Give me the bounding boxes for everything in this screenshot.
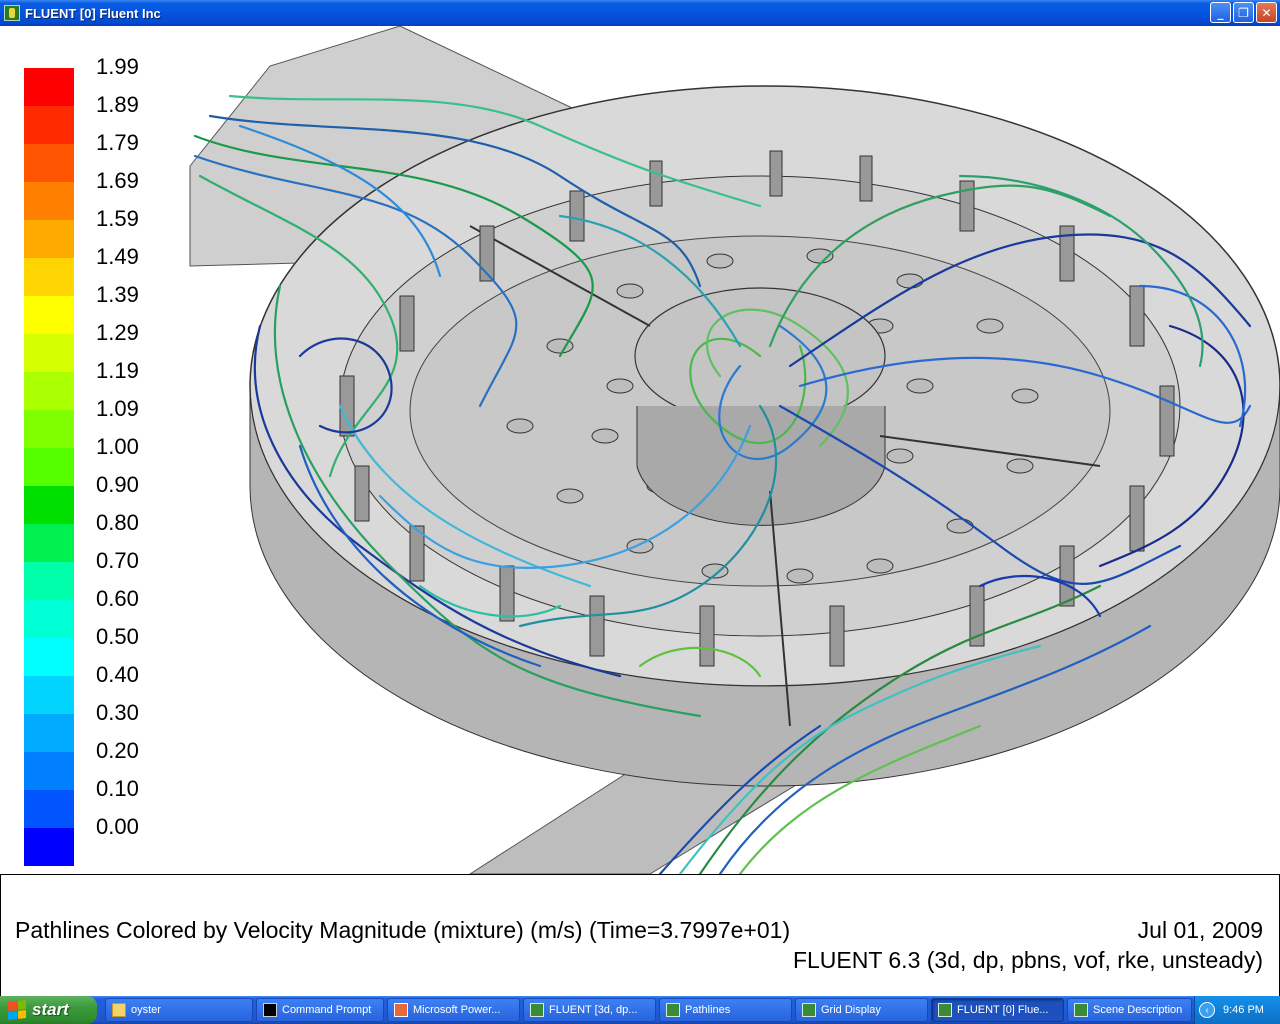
color-swatch (24, 220, 74, 258)
fluent-icon (666, 1003, 680, 1017)
color-swatch (24, 828, 74, 866)
color-swatch (24, 144, 74, 182)
minimize-button[interactable]: _ (1210, 2, 1231, 23)
close-icon: ✕ (1261, 5, 1272, 20)
caption-description: Pathlines Colored by Velocity Magnitude … (15, 917, 791, 943)
scale-label: 0.40 (96, 662, 139, 687)
folder-icon (112, 1003, 126, 1017)
cmd-icon (263, 1003, 277, 1017)
color-swatch (24, 676, 74, 714)
start-button[interactable]: start (0, 996, 97, 1024)
graphics-viewport[interactable]: 1.99 1.89 1.79 1.69 1.59 1.49 1.39 1.29 1.19 1.09… (0, 26, 1280, 874)
color-swatch (24, 410, 74, 448)
color-swatch (24, 600, 74, 638)
scale-label: 1.29 (96, 320, 139, 345)
pathlines-render (189, 26, 1280, 874)
taskbar-item-label: FLUENT [3d, dp... (549, 1004, 638, 1016)
scale-label: 1.00 (96, 434, 139, 459)
color-swatch (24, 562, 74, 600)
taskbar-item-label: Scene Description (1093, 1004, 1183, 1016)
window-title: FLUENT [0] Fluent Inc (25, 5, 161, 21)
caption-version: FLUENT 6.3 (3d, dp, pbns, vof, rke, unst… (792, 947, 1263, 973)
color-swatch (24, 372, 74, 410)
taskbar-item[interactable]: Command Prompt (256, 998, 384, 1022)
system-tray: ‹ 9:46 PM (1194, 996, 1280, 1024)
color-swatch (24, 448, 74, 486)
taskbar-item-label: FLUENT [0] Flue... (957, 1004, 1049, 1016)
color-swatch (24, 486, 74, 524)
scale-label: 0.10 (96, 776, 139, 801)
caption-box: Pathlines Colored by Velocity Magnitude … (0, 874, 1280, 996)
color-swatch (24, 296, 74, 334)
color-swatch (24, 334, 74, 372)
fluent-app-icon[interactable] (4, 5, 20, 21)
task-list: oyster Command Prompt Microsoft Power... FL… (105, 998, 1192, 1022)
scale-label: 1.79 (96, 130, 139, 155)
start-label: start (32, 1000, 69, 1019)
minimize-icon: _ (1217, 5, 1224, 20)
show-hidden-icons-icon[interactable]: ‹ (1199, 1002, 1215, 1018)
color-swatch (24, 714, 74, 752)
taskbar: start oyster Command Prompt Microsoft Powe… (0, 996, 1280, 1024)
scale-label: 1.99 (96, 54, 139, 79)
taskbar-item[interactable]: FLUENT [3d, dp... (523, 998, 656, 1022)
scale-label: 0.30 (96, 700, 139, 725)
fluent-icon (802, 1003, 816, 1017)
scale-label: 0.70 (96, 548, 139, 573)
scale-label: 0.00 (96, 814, 139, 839)
scale-label: 0.80 (96, 510, 139, 535)
color-swatch (24, 638, 74, 676)
color-swatch (24, 524, 74, 562)
taskbar-item-label: Grid Display (821, 1004, 881, 1016)
color-swatch (24, 752, 74, 790)
scale-label: 1.49 (96, 244, 139, 269)
maximize-button[interactable]: ❐ (1233, 2, 1254, 23)
color-swatch (24, 258, 74, 296)
clock[interactable]: 9:46 PM (1223, 1004, 1264, 1016)
scale-label: 0.90 (96, 472, 139, 497)
taskbar-item[interactable]: Pathlines (659, 998, 792, 1022)
windows-flag-icon (8, 1000, 26, 1020)
close-button[interactable]: ✕ (1256, 2, 1277, 23)
taskbar-item[interactable]: Grid Display (795, 998, 928, 1022)
fluent-icon (938, 1003, 952, 1017)
scale-label: 1.59 (96, 206, 139, 231)
fluent-icon (530, 1003, 544, 1017)
scale-label: 1.09 (96, 396, 139, 421)
scale-label: 1.69 (96, 168, 139, 193)
scale-label: 0.60 (96, 586, 139, 611)
color-swatch (24, 790, 74, 828)
fluent-icon (1074, 1003, 1088, 1017)
taskbar-item[interactable]: FLUENT [0] Flue... (931, 998, 1064, 1022)
color-swatch (24, 68, 74, 106)
scale-label: 1.39 (96, 282, 139, 307)
color-swatch (24, 182, 74, 220)
taskbar-item-label: oyster (131, 1004, 161, 1016)
taskbar-item-label: Microsoft Power... (413, 1004, 501, 1016)
color-swatch (24, 106, 74, 144)
taskbar-item-label: Command Prompt (282, 1004, 372, 1016)
scale-label: 0.50 (96, 624, 139, 649)
taskbar-item[interactable]: Scene Description (1067, 998, 1192, 1022)
taskbar-item[interactable]: oyster (105, 998, 253, 1022)
taskbar-item-label: Pathlines (685, 1004, 731, 1016)
scale-label: 1.89 (96, 92, 139, 117)
scale-label: 0.20 (96, 738, 139, 763)
taskbar-item[interactable]: Microsoft Power... (387, 998, 520, 1022)
scale-label: 1.19 (96, 358, 139, 383)
window-title-bar[interactable]: FLUENT [0] Fluent Inc _ ❐ ✕ (0, 0, 1280, 26)
caption-date: Jul 01, 2009 (1137, 917, 1263, 943)
maximize-icon: ❐ (1238, 5, 1249, 20)
powerpoint-icon (394, 1003, 408, 1017)
